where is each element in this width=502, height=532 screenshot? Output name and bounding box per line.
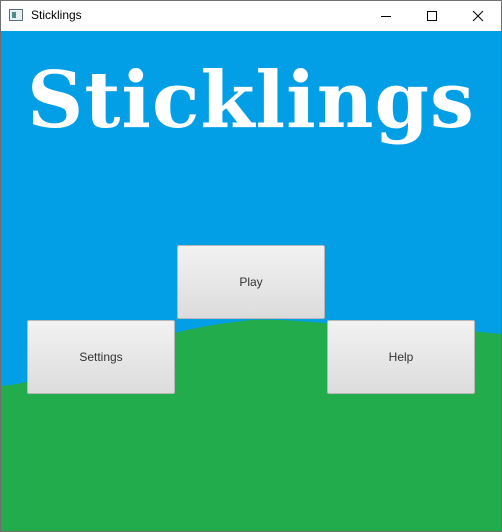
game-title: Sticklings — [27, 55, 475, 146]
maximize-icon — [427, 11, 437, 21]
window-title: Sticklings — [31, 8, 82, 22]
minimize-icon — [381, 16, 391, 17]
title-bar[interactable]: Sticklings — [1, 1, 501, 31]
settings-button[interactable]: Settings — [27, 320, 175, 394]
help-button[interactable]: Help — [327, 320, 475, 394]
game-canvas: Sticklings Play Settings Help — [1, 31, 501, 531]
play-button[interactable]: Play — [177, 245, 325, 319]
game-window: Sticklings Sticklings Play Settings Help — [0, 0, 502, 532]
minimize-button[interactable] — [363, 1, 409, 31]
close-icon — [472, 10, 484, 22]
close-button[interactable] — [455, 1, 501, 31]
maximize-button[interactable] — [409, 1, 455, 31]
app-icon — [9, 9, 23, 21]
